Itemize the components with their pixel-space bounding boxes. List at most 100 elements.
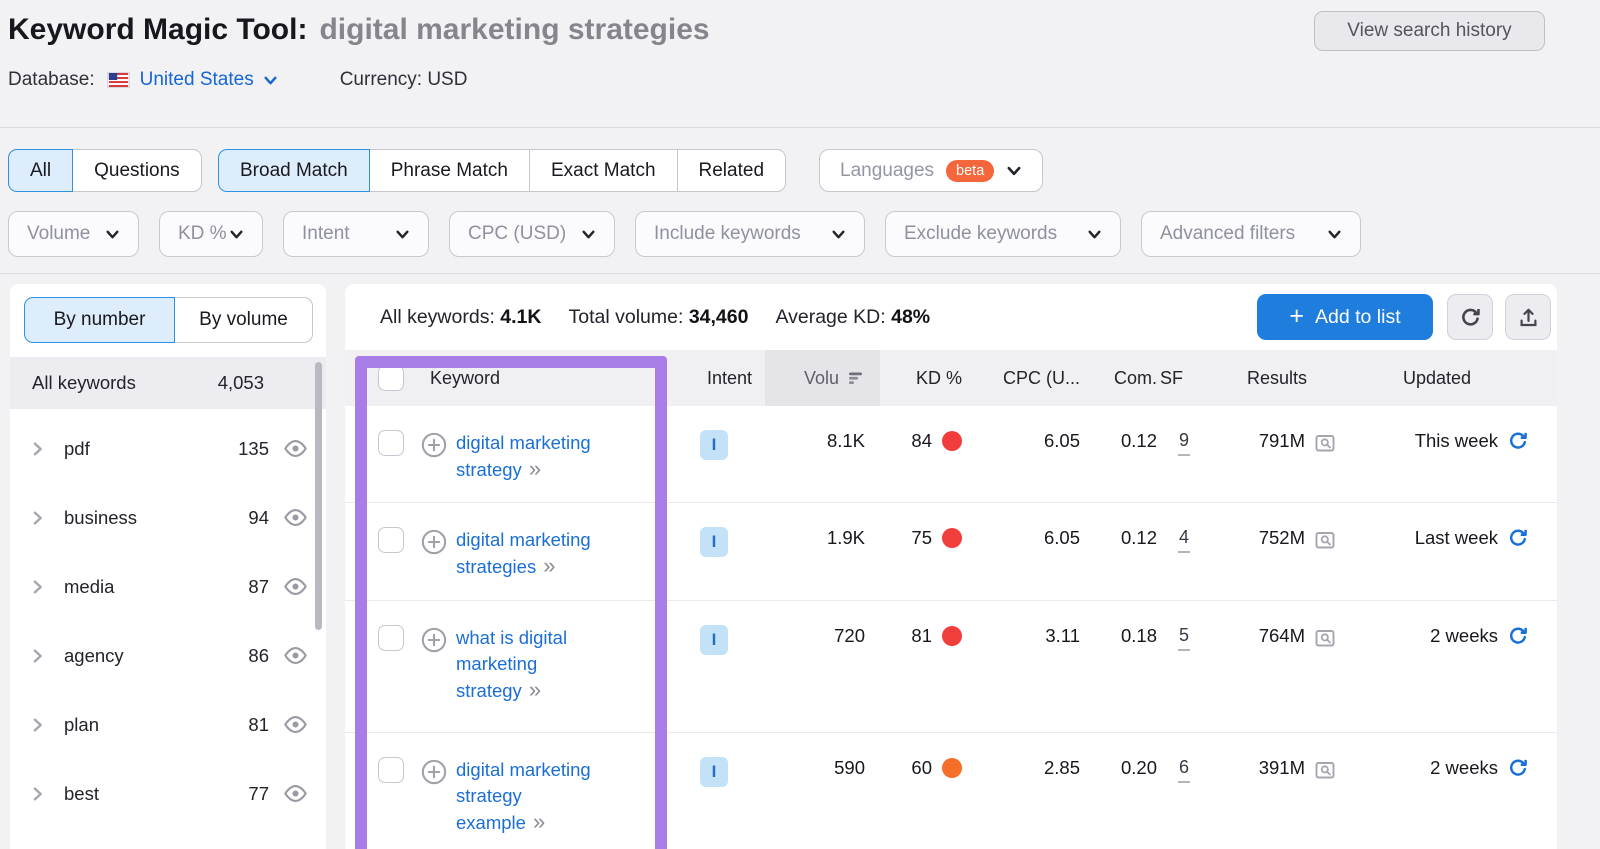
column-intent[interactable]: Intent — [655, 350, 765, 406]
row-checkbox[interactable] — [378, 757, 404, 783]
us-flag-icon — [107, 72, 130, 88]
total-volume-value: 34,460 — [689, 306, 749, 328]
updated-value: 2 weeks — [1430, 757, 1498, 779]
volume-value: 1.9K — [827, 527, 865, 549]
column-volume-sorted[interactable]: Volu — [765, 350, 880, 406]
tab-by-volume[interactable]: By volume — [174, 297, 313, 343]
tab-questions[interactable]: Questions — [72, 149, 202, 192]
table-row: what is digital marketing strategy» I 72… — [345, 601, 1557, 733]
column-kd[interactable]: KD % — [880, 350, 970, 406]
languages-dropdown[interactable]: Languages beta — [819, 149, 1043, 192]
com-value: 0.20 — [1121, 757, 1157, 779]
column-cpc[interactable]: CPC (U... — [970, 350, 1085, 406]
keyword-link[interactable]: digital marketing strategy — [456, 432, 591, 480]
currency-label: Currency: USD — [340, 69, 468, 91]
eye-icon[interactable] — [282, 508, 309, 527]
refresh-icon[interactable] — [1507, 430, 1529, 452]
export-button[interactable] — [1505, 294, 1551, 340]
keyword-link[interactable]: digital marketing strategy example — [456, 759, 591, 833]
tab-all[interactable]: All — [8, 149, 73, 192]
chevron-right-icon — [30, 648, 45, 664]
chevron-right-icon — [30, 579, 45, 595]
exclude-keywords-dropdown[interactable]: Exclude keywords — [885, 211, 1121, 257]
refresh-metrics-button[interactable] — [1447, 294, 1493, 340]
kd-value: 60 — [911, 757, 932, 779]
list-item[interactable]: plan 81 — [10, 690, 326, 759]
eye-icon[interactable] — [282, 577, 309, 596]
page-header: Keyword Magic Tool: digital marketing st… — [8, 13, 710, 47]
list-item[interactable]: media 87 — [10, 552, 326, 621]
search-query: digital marketing strategies — [319, 13, 709, 47]
sf-value[interactable]: 5 — [1178, 625, 1190, 651]
sf-value[interactable]: 4 — [1178, 527, 1190, 553]
serp-preview-icon[interactable] — [1313, 528, 1337, 552]
view-search-history-button[interactable]: View search history — [1314, 11, 1545, 51]
plus-circle-icon[interactable] — [421, 627, 447, 653]
serp-preview-icon[interactable] — [1313, 431, 1337, 455]
expand-keyword-icon[interactable]: » — [543, 553, 555, 578]
plus-circle-icon[interactable] — [421, 432, 447, 458]
kd-filter-dropdown[interactable]: KD % — [159, 211, 263, 257]
intent-filter-dropdown[interactable]: Intent — [283, 211, 429, 257]
sidebar-scrollbar[interactable] — [315, 362, 322, 630]
refresh-icon — [1459, 306, 1482, 329]
column-updated[interactable]: Updated — [1345, 350, 1557, 406]
eye-icon[interactable] — [282, 439, 309, 458]
column-sf[interactable]: SF — [1160, 350, 1220, 406]
eye-icon[interactable] — [282, 646, 309, 665]
database-selector[interactable]: United States — [140, 69, 278, 91]
sf-value[interactable]: 6 — [1178, 757, 1190, 783]
results-value: 764M — [1259, 625, 1305, 647]
expand-keyword-icon[interactable]: » — [529, 677, 541, 702]
include-keywords-dropdown[interactable]: Include keywords — [635, 211, 865, 257]
add-to-list-button[interactable]: + Add to list — [1257, 294, 1433, 340]
list-item[interactable]: agency 86 — [10, 621, 326, 690]
list-item[interactable]: business 94 — [10, 483, 326, 552]
all-keywords-count: 4,053 — [218, 372, 264, 394]
eye-icon[interactable] — [282, 715, 309, 734]
advanced-filters-dropdown[interactable]: Advanced filters — [1141, 211, 1361, 257]
tab-broad-match[interactable]: Broad Match — [218, 149, 370, 192]
chevron-down-icon — [581, 227, 596, 242]
volume-filter-dropdown[interactable]: Volume — [8, 211, 139, 257]
plus-circle-icon[interactable] — [421, 759, 447, 785]
table-header: Keyword Intent Volu KD % CPC (U... Com. … — [345, 350, 1557, 406]
expand-keyword-icon[interactable]: » — [529, 456, 541, 481]
volume-value: 8.1K — [827, 430, 865, 452]
refresh-icon[interactable] — [1507, 757, 1529, 779]
column-com[interactable]: Com. — [1085, 350, 1160, 406]
sidebar-sort-tabs: By number By volume — [24, 297, 313, 343]
refresh-icon[interactable] — [1507, 625, 1529, 647]
row-checkbox[interactable] — [378, 527, 404, 553]
cpc-filter-dropdown[interactable]: CPC (USD) — [449, 211, 615, 257]
list-item[interactable]: best 77 — [10, 759, 326, 828]
sf-value[interactable]: 9 — [1178, 430, 1190, 456]
intent-badge: I — [700, 757, 728, 787]
tab-by-number[interactable]: By number — [24, 297, 175, 343]
keyword-link[interactable]: what is digital marketing strategy — [456, 627, 567, 701]
list-item[interactable]: pdf 135 — [10, 414, 326, 483]
keyword-link[interactable]: digital marketing strategies — [456, 529, 591, 577]
eye-icon[interactable] — [282, 784, 309, 803]
select-all-checkbox[interactable] — [378, 365, 404, 391]
chevron-down-icon — [1087, 227, 1102, 242]
cpc-value: 6.05 — [1044, 527, 1080, 549]
tab-exact-match[interactable]: Exact Match — [529, 149, 678, 192]
table-row: digital marketing strategy example» I 59… — [345, 733, 1557, 849]
tab-related[interactable]: Related — [677, 149, 787, 192]
plus-circle-icon[interactable] — [421, 529, 447, 555]
chevron-down-icon — [1327, 227, 1342, 242]
expand-keyword-icon[interactable]: » — [533, 809, 545, 834]
kd-difficulty-dot — [942, 431, 962, 451]
tab-phrase-match[interactable]: Phrase Match — [369, 149, 530, 192]
row-checkbox[interactable] — [378, 430, 404, 456]
column-keyword[interactable]: Keyword — [405, 350, 655, 406]
cpc-value: 6.05 — [1044, 430, 1080, 452]
table-body: digital marketing strategy» I 8.1K 84 6.… — [345, 406, 1557, 849]
row-checkbox[interactable] — [378, 625, 404, 651]
refresh-icon[interactable] — [1507, 527, 1529, 549]
serp-preview-icon[interactable] — [1313, 758, 1337, 782]
all-keywords-row[interactable]: All keywords 4,053 — [10, 357, 326, 409]
column-results[interactable]: Results — [1220, 350, 1345, 406]
serp-preview-icon[interactable] — [1313, 626, 1337, 650]
